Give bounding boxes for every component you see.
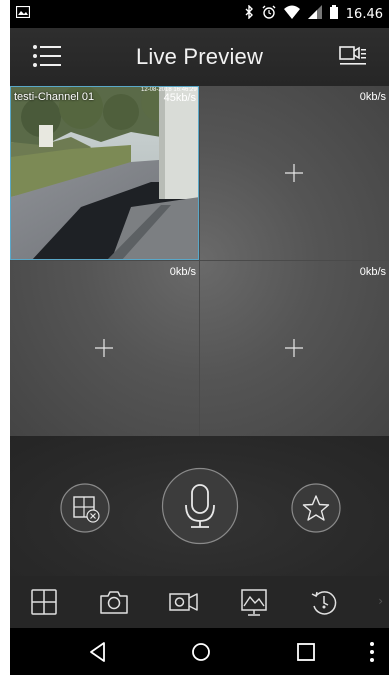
channel-label: testi-Channel 01	[14, 91, 95, 103]
video-cell-2[interactable]: 0kb/s	[200, 86, 388, 260]
control-panel	[10, 436, 389, 576]
status-time: 16.46	[345, 6, 383, 22]
signal-icon	[307, 5, 322, 23]
video-cell-1[interactable]: testi-Channel 01 12-08-2018 16:46:29 45k…	[10, 86, 199, 260]
layout-grid-icon[interactable]	[28, 586, 60, 618]
history-icon[interactable]	[308, 586, 340, 618]
bluetooth-icon	[244, 4, 254, 23]
page-title: Live Preview	[135, 44, 264, 69]
more-vert-icon[interactable]	[360, 640, 384, 664]
battery-icon	[329, 5, 338, 23]
bitrate-label: 0kb/s	[169, 266, 196, 278]
add-channel-icon[interactable]	[285, 339, 303, 357]
playback-monitor-icon[interactable]	[238, 586, 270, 618]
video-cell-3[interactable]: 0kb/s	[10, 261, 198, 435]
wifi-icon	[283, 5, 300, 23]
video-record-icon[interactable]	[168, 586, 200, 618]
recents-icon[interactable]	[294, 640, 318, 664]
home-icon[interactable]	[189, 640, 213, 664]
phone-screen: 16.46 Live Preview testi-Channel 01 12-0…	[10, 0, 389, 675]
photo-icon	[15, 5, 31, 22]
add-channel-icon[interactable]	[95, 339, 113, 357]
add-channel-icon[interactable]	[285, 164, 303, 182]
camera-list-icon[interactable]	[339, 44, 367, 68]
video-grid: testi-Channel 01 12-08-2018 16:46:29 45k…	[10, 86, 389, 436]
bitrate-label: 45kb/s	[163, 92, 196, 104]
close-split-icon[interactable]	[60, 483, 110, 537]
bottom-toolbar: ›	[10, 576, 389, 628]
camera-feed-image	[11, 87, 198, 259]
grid-divider	[10, 260, 389, 261]
star-icon[interactable]	[291, 483, 341, 537]
status-bar: 16.46	[10, 0, 389, 28]
toolbar-more-indicator[interactable]: ›	[378, 594, 383, 608]
back-icon[interactable]	[86, 640, 110, 664]
video-cell-4[interactable]: 0kb/s	[200, 261, 388, 435]
grid-divider	[199, 86, 200, 436]
android-nav-bar	[10, 628, 389, 675]
app-header: Live Preview	[10, 28, 389, 86]
camera-snapshot-icon[interactable]	[98, 586, 130, 618]
bitrate-label: 0kb/s	[359, 266, 386, 278]
microphone-icon[interactable]	[161, 467, 239, 549]
alarm-icon	[262, 5, 276, 23]
bitrate-label: 0kb/s	[359, 91, 386, 103]
